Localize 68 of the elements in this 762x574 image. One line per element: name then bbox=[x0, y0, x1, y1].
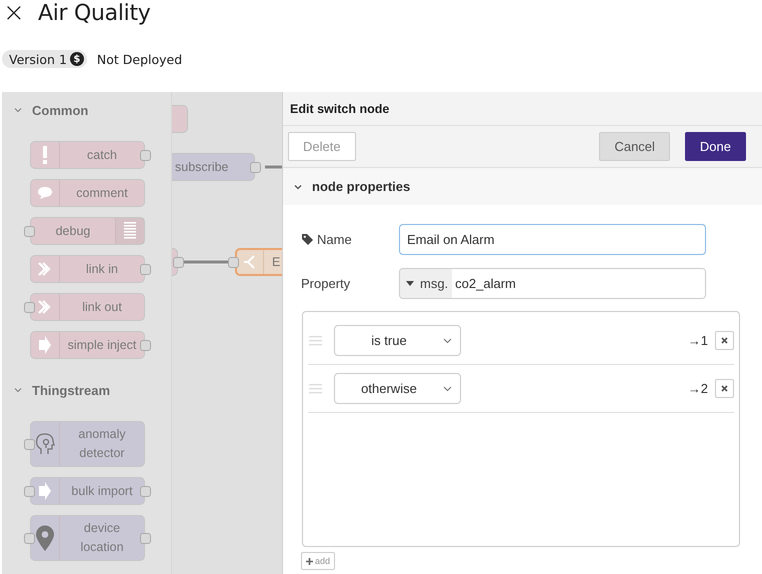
input-port[interactable] bbox=[228, 256, 239, 268]
add-button[interactable]: add bbox=[301, 552, 336, 570]
exclamation-icon bbox=[40, 146, 50, 164]
page-title: Air Quality bbox=[38, 0, 151, 26]
palette-node[interactable]: link in bbox=[30, 255, 145, 283]
palette-node[interactable]: device location bbox=[30, 515, 145, 561]
property-input[interactable]: msg. co2_alarm bbox=[399, 268, 706, 299]
close-button[interactable]: × bbox=[3, 0, 25, 26]
link-arrows-icon bbox=[37, 298, 53, 316]
field-label: Property bbox=[301, 276, 350, 291]
output-number: →2 bbox=[688, 381, 708, 396]
flow-node[interactable]: subscribe bbox=[172, 153, 255, 181]
output-port[interactable] bbox=[140, 264, 151, 274]
drag-handle-icon[interactable] bbox=[309, 384, 322, 394]
palette-node[interactable]: bulk import bbox=[30, 477, 145, 505]
link-arrows-icon bbox=[37, 260, 53, 278]
drag-handle-icon[interactable] bbox=[309, 336, 322, 346]
delete-button[interactable]: Delete bbox=[288, 132, 356, 161]
output-port[interactable] bbox=[173, 256, 184, 268]
version-badge: Version 1 $ bbox=[2, 50, 87, 68]
close-icon bbox=[721, 337, 728, 344]
field-label: Name bbox=[317, 232, 352, 247]
output-port[interactable] bbox=[250, 162, 261, 172]
dollar-icon: $ bbox=[70, 52, 84, 66]
close-icon bbox=[721, 385, 728, 392]
wire bbox=[265, 166, 282, 168]
output-port[interactable] bbox=[140, 150, 151, 160]
chevron-icon bbox=[443, 386, 452, 392]
tag-icon bbox=[301, 233, 314, 246]
type-selector[interactable]: msg. bbox=[400, 269, 452, 298]
caret-icon bbox=[406, 281, 414, 286]
flow-node[interactable]: E bbox=[235, 248, 282, 276]
head-icon bbox=[35, 433, 55, 455]
input-port[interactable] bbox=[24, 532, 35, 544]
input-port[interactable] bbox=[24, 438, 35, 450]
chevron-icon bbox=[443, 338, 452, 344]
name-input[interactable]: Email on Alarm bbox=[399, 224, 706, 255]
speech-bubble-icon bbox=[37, 186, 53, 200]
list-lines-icon bbox=[124, 222, 136, 240]
palette-category[interactable]: Thingstream bbox=[2, 372, 171, 408]
output-port[interactable] bbox=[140, 486, 151, 496]
input-port[interactable] bbox=[24, 486, 35, 496]
condition-select[interactable]: is true bbox=[334, 325, 461, 356]
palette-node[interactable]: debug bbox=[30, 217, 145, 245]
output-port[interactable] bbox=[140, 340, 151, 350]
arrow-icon bbox=[38, 482, 52, 500]
panel-title: Edit switch node bbox=[283, 92, 762, 126]
output-port[interactable] bbox=[140, 532, 151, 544]
location-pin-icon bbox=[35, 525, 55, 551]
arrow-icon bbox=[38, 336, 52, 354]
palette-node[interactable]: simple inject bbox=[30, 331, 145, 359]
palette-category[interactable]: Common bbox=[2, 92, 171, 128]
deploy-status: Not Deployed bbox=[96, 52, 182, 66]
output-number: →1 bbox=[688, 333, 708, 348]
palette-node[interactable]: comment bbox=[30, 179, 145, 207]
done-button[interactable]: Done bbox=[684, 132, 746, 161]
condition-select[interactable]: otherwise bbox=[334, 373, 461, 404]
cancel-button[interactable]: Cancel bbox=[599, 132, 670, 161]
remove-button[interactable] bbox=[715, 379, 734, 398]
palette-node[interactable]: link out bbox=[30, 293, 145, 321]
input-port[interactable] bbox=[24, 302, 35, 312]
section-header[interactable]: node properties bbox=[283, 168, 762, 205]
input-port[interactable] bbox=[24, 226, 35, 236]
palette-node[interactable]: anomaly detector bbox=[30, 421, 145, 467]
remove-button[interactable] bbox=[715, 331, 734, 350]
wire bbox=[183, 260, 230, 264]
plus-icon bbox=[306, 558, 313, 564]
palette-node[interactable]: catch bbox=[30, 141, 145, 169]
